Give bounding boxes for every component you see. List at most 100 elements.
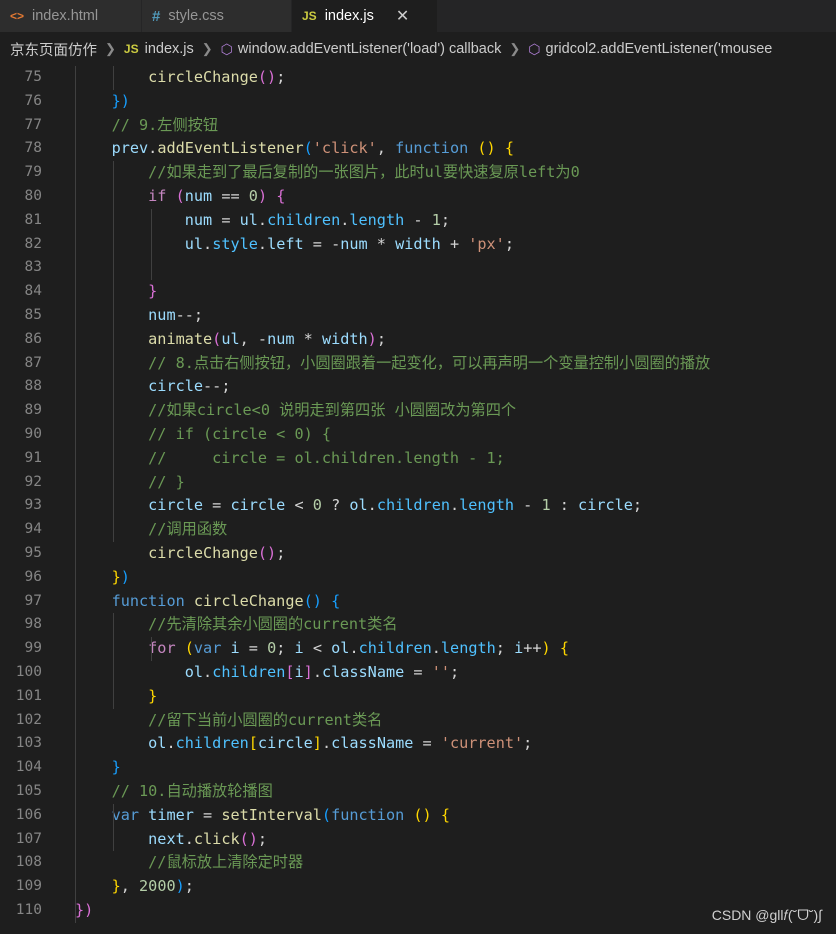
code-token: function <box>395 139 469 158</box>
code-line[interactable]: 102 //留下当前小圆圈的current类名 <box>0 709 836 733</box>
code-line[interactable]: 80 if (num == 0) { <box>0 185 836 209</box>
code-token: - <box>514 496 542 515</box>
line-number: 82 <box>24 235 42 252</box>
code-token: //如果走到了最后复制的一张图片，此时ul要快速复原left为0 <box>148 163 580 182</box>
code-line[interactable]: 108 //鼠标放上清除定时器 <box>0 851 836 875</box>
code-token: circle <box>230 496 286 515</box>
code-line[interactable]: 105 // 10.自动播放轮播图 <box>0 780 836 804</box>
tab-index-js[interactable]: JS index.js ✕ <box>292 0 438 32</box>
code-line[interactable]: 77 // 9.左侧按钮 <box>0 114 836 138</box>
code-line[interactable]: 93 circle = circle < 0 ? ol.children.len… <box>0 494 836 518</box>
code-line[interactable]: 91 // circle = ol.children.length - 1; <box>0 447 836 471</box>
code-line[interactable]: 100 ol.children[i].className = ''; <box>0 661 836 685</box>
breadcrumb-symbol-load[interactable]: window.addEventListener('load') callback <box>238 41 501 57</box>
code-token: function <box>331 805 405 824</box>
code-line[interactable]: 97 function circleChange() { <box>0 590 836 614</box>
code-line[interactable]: 92 // } <box>0 471 836 495</box>
code-text: ol.children[i].className = ''; <box>75 661 459 685</box>
indent-guide <box>75 66 76 923</box>
code-line[interactable]: 94 //调用函数 <box>0 518 836 542</box>
line-number: 110 <box>15 902 42 918</box>
code-line[interactable]: 96 }) <box>0 566 836 590</box>
code-text: var timer = setInterval(function () { <box>75 804 450 828</box>
code-line[interactable]: 89 //如果circle<0 说明走到第四张 小圆圈改为第四个 <box>0 399 836 423</box>
line-number: 100 <box>15 664 42 680</box>
code-token: //先清除其余小圆圈的current类名 <box>148 615 398 634</box>
line-number: 101 <box>15 687 42 704</box>
code-token: - <box>404 210 432 229</box>
code-line[interactable]: 88 circle--; <box>0 375 836 399</box>
code-line[interactable]: 107 next.click(); <box>0 828 836 852</box>
line-number: 87 <box>24 354 42 371</box>
code-token: 1 <box>431 210 441 229</box>
code-token: = <box>404 663 432 681</box>
code-token: setInterval <box>221 805 322 824</box>
code-line[interactable]: 82 ul.style.left = -num * width + 'px'; <box>0 233 836 257</box>
code-line[interactable]: 103 ol.children[circle].className = 'cur… <box>0 732 836 756</box>
tab-style-css[interactable]: # style.css <box>142 0 292 32</box>
code-token: //留下当前小圆圈的current类名 <box>148 710 383 729</box>
code-token: left <box>267 234 304 253</box>
code-line[interactable]: 95 circleChange(); <box>0 542 836 566</box>
code-line[interactable]: 106 var timer = setInterval(function () … <box>0 804 836 828</box>
code-line[interactable]: 83 <box>0 256 836 280</box>
code-text: // 10.自动播放轮播图 <box>75 780 273 804</box>
code-line[interactable]: 98 //先清除其余小圆圈的current类名 <box>0 613 836 637</box>
tab-label: index.js <box>324 8 374 24</box>
code-line[interactable]: 104 } <box>0 756 836 780</box>
code-token: style <box>212 234 258 253</box>
code-line[interactable]: 110}) <box>0 899 836 923</box>
code-token: () <box>239 829 258 848</box>
code-token: ; <box>184 877 194 896</box>
code-line[interactable]: 99 for (var i = 0; i < ol.children.lengt… <box>0 637 836 661</box>
code-token: [ <box>248 734 258 753</box>
code-token: i <box>230 639 240 658</box>
code-text: ul.style.left = -num * width + 'px'; <box>75 233 514 257</box>
code-token: ; <box>440 210 450 229</box>
code-token: next <box>148 829 185 848</box>
code-token: ul <box>239 210 258 229</box>
code-token: ol <box>148 734 167 753</box>
code-token: . <box>340 210 350 229</box>
tab-index-html[interactable]: <> index.html <box>0 0 142 32</box>
code-editor[interactable]: 75 circleChange(); 76 }) 77 // 9.左侧按钮 78 pr… <box>0 66 836 934</box>
code-token: . <box>349 639 359 658</box>
code-token: var <box>111 805 140 824</box>
code-line[interactable]: 86 animate(ul, -num * width); <box>0 328 836 352</box>
code-line[interactable]: 79 //如果走到了最后复制的一张图片，此时ul要快速复原left为0 <box>0 161 836 185</box>
indent-guide <box>151 208 152 281</box>
breadcrumb-folder[interactable]: 京东页面仿作 <box>10 39 97 60</box>
code-line[interactable]: 109 }, 2000); <box>0 875 836 899</box>
code-line[interactable]: 84 } <box>0 280 836 304</box>
code-token: // if (circle < 0) { <box>148 425 332 443</box>
code-token: 'current' <box>440 734 524 753</box>
js-icon: JS <box>302 9 317 23</box>
code-line[interactable]: 75 circleChange(); <box>0 66 836 90</box>
code-token: } <box>148 282 158 301</box>
code-line[interactable]: 76 }) <box>0 90 836 114</box>
code-token: timer <box>148 805 194 824</box>
code-line[interactable]: 78 prev.addEventListener('click', functi… <box>0 137 836 161</box>
code-line[interactable]: 81 num = ul.children.length - 1; <box>0 209 836 233</box>
breadcrumb-file[interactable]: index.js <box>145 41 194 57</box>
code-line[interactable]: 90 // if (circle < 0) { <box>0 423 836 447</box>
code-token: ; <box>632 496 643 515</box>
code-line[interactable]: 101 } <box>0 685 836 709</box>
close-icon[interactable]: ✕ <box>396 6 409 26</box>
code-line[interactable]: 87 // 8.点击右侧按钮，小圆圈跟着一起变化，可以再声明一个变量控制小圆圈的… <box>0 352 836 376</box>
code-token: ol <box>349 496 368 515</box>
line-number: 109 <box>15 878 42 895</box>
code-token: ol <box>331 639 350 658</box>
code-token: ; <box>376 329 386 348</box>
code-token: className <box>331 734 414 753</box>
code-line[interactable]: 85 num--; <box>0 304 836 328</box>
code-token: num <box>267 329 295 348</box>
breadcrumb-symbol-mouse[interactable]: gridcol2.addEventListener('mousee <box>546 41 773 57</box>
